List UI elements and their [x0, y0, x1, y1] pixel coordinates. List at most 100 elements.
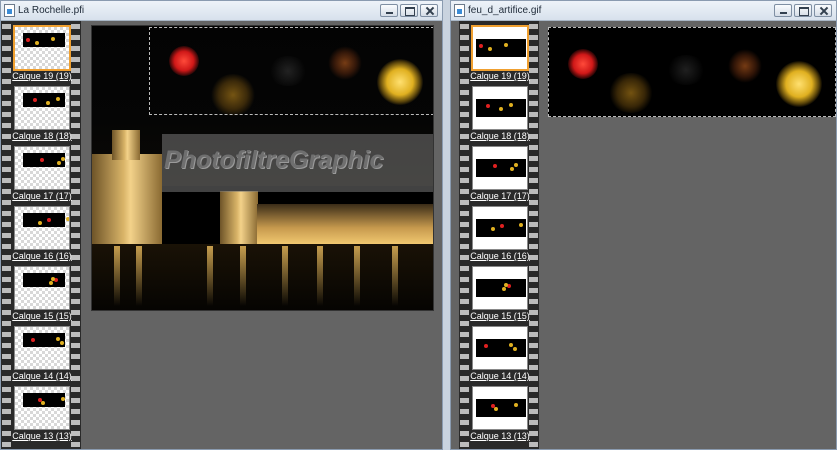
layer-frame[interactable]: Calque 13 (13): [12, 384, 72, 444]
film-perforation-left: [2, 21, 11, 449]
selection-marquee[interactable]: [149, 27, 433, 115]
layer-frame[interactable]: Calque 16 (16): [12, 204, 72, 264]
layer-film-strip[interactable]: Calque 19 (19) Calque 18 (18) Calque 17 (1…: [459, 21, 539, 449]
firework-dot: [61, 157, 65, 161]
layer-frame[interactable]: Calque 15 (15): [12, 264, 72, 324]
title-bar[interactable]: feu_d_artifice.gif: [451, 1, 836, 21]
layer-frame[interactable]: Calque 16 (16): [470, 204, 530, 264]
layer-thumbnail: [14, 206, 70, 250]
firework-dot: [56, 97, 60, 101]
layer-thumbnail-image: [23, 93, 65, 107]
layer-thumbnail: [472, 146, 528, 190]
firework-dot: [61, 397, 65, 401]
layer-thumbnail: [14, 386, 70, 430]
layer-frame[interactable]: Calque 18 (18): [470, 84, 530, 144]
firework-dot: [504, 43, 508, 47]
layer-thumbnail-image: [23, 213, 69, 227]
layer-thumbnail: [14, 86, 70, 130]
desktop: La Rochelle.pfi Calque 19 (19) Calque 18 …: [0, 0, 837, 450]
selection-marquee[interactable]: [548, 27, 836, 117]
tower-left-top: [112, 130, 140, 160]
layer-film-strip[interactable]: Calque 19 (19) Calque 18 (18) Calque 17 (1…: [1, 21, 81, 449]
layer-label: Calque 18 (18): [12, 131, 72, 141]
layer-frames: Calque 19 (19) Calque 18 (18) Calque 17 (1…: [12, 24, 72, 444]
minimize-button[interactable]: [380, 4, 398, 17]
layer-thumbnail-image: [23, 33, 65, 47]
watermark-text: PhotofiltreGraphic: [164, 146, 384, 174]
film-perforation-right: [71, 21, 80, 449]
layer-thumbnail-image: [476, 159, 526, 177]
light-reflection: [282, 246, 288, 306]
firework-dot: [49, 281, 53, 285]
light-reflection: [114, 246, 120, 306]
layer-frame[interactable]: Calque 19 (19): [12, 24, 72, 84]
firework-dot: [47, 218, 51, 222]
window-title: feu_d_artifice.gif: [468, 5, 542, 16]
layer-thumbnail-image: [476, 99, 526, 117]
image-window-feu-d-artifice[interactable]: feu_d_artifice.gif Calque 19 (19) Calque …: [450, 0, 837, 450]
layer-label: Calque 15 (15): [470, 311, 530, 321]
light-reflection: [392, 246, 398, 306]
title-bar[interactable]: La Rochelle.pfi: [1, 1, 442, 21]
tower-left: [92, 154, 162, 244]
layer-thumbnail: [14, 326, 70, 370]
firework-dot: [51, 277, 55, 281]
close-button[interactable]: [420, 4, 438, 17]
layer-label: Calque 18 (18): [470, 131, 530, 141]
minimize-button[interactable]: [774, 4, 792, 17]
firework-dot: [38, 221, 42, 225]
layer-frame[interactable]: Calque 13 (13): [470, 384, 530, 444]
light-reflection: [354, 246, 360, 306]
layer-frame[interactable]: Calque 14 (14): [12, 324, 72, 384]
window-title: La Rochelle.pfi: [18, 5, 85, 16]
image-canvas[interactable]: PhotofiltreGraphic: [91, 25, 434, 311]
light-reflection: [317, 246, 323, 306]
firework-dot: [57, 161, 61, 165]
layer-label: Calque 13 (13): [12, 431, 72, 441]
layer-thumbnail-image: [476, 39, 526, 57]
document-icon: [4, 4, 15, 17]
firework-dot: [491, 227, 495, 231]
maximize-button[interactable]: [794, 4, 812, 17]
firework-dot: [510, 167, 514, 171]
firework-dot: [488, 47, 492, 51]
firework-dot: [514, 163, 518, 167]
light-reflection: [136, 246, 142, 306]
image-window-la-rochelle[interactable]: La Rochelle.pfi Calque 19 (19) Calque 18 …: [0, 0, 443, 450]
layer-frame[interactable]: Calque 17 (17): [12, 144, 72, 204]
harbour-water: [92, 244, 433, 310]
close-button[interactable]: [814, 4, 832, 17]
firework-dot: [35, 41, 39, 45]
layer-thumbnail-image: [23, 153, 65, 167]
firework-dot: [513, 347, 517, 351]
layer-thumbnail-image: [476, 339, 526, 357]
firework-dot: [26, 38, 30, 42]
firework-dot: [502, 287, 506, 291]
layer-frame[interactable]: Calque 17 (17): [470, 144, 530, 204]
layer-frame[interactable]: Calque 19 (19): [470, 24, 530, 84]
firework-dot: [56, 337, 60, 341]
document-icon: [454, 4, 465, 17]
firework-dot: [46, 101, 50, 105]
layer-frame[interactable]: Calque 18 (18): [12, 84, 72, 144]
film-perforation-right: [529, 21, 538, 449]
firework-dot: [504, 283, 508, 287]
firework-dot: [484, 344, 488, 348]
maximize-button[interactable]: [400, 4, 418, 17]
layer-frame[interactable]: Calque 15 (15): [470, 264, 530, 324]
light-reflection: [207, 246, 213, 306]
layer-thumbnail: [14, 266, 70, 310]
layer-thumbnail: [472, 326, 528, 370]
layer-label: Calque 17 (17): [12, 191, 72, 201]
layer-thumbnail: [13, 25, 71, 71]
firework-dot: [509, 343, 513, 347]
layer-frame[interactable]: Calque 14 (14): [470, 324, 530, 384]
firework-dot: [66, 217, 69, 221]
layer-thumbnail: [472, 386, 528, 430]
firework-dot: [493, 164, 497, 168]
window-gap: [443, 0, 450, 450]
layer-thumbnail-image: [476, 219, 526, 237]
layer-thumbnail-image: [476, 399, 526, 417]
firework-dot: [51, 37, 55, 41]
firework-dot: [33, 98, 37, 102]
